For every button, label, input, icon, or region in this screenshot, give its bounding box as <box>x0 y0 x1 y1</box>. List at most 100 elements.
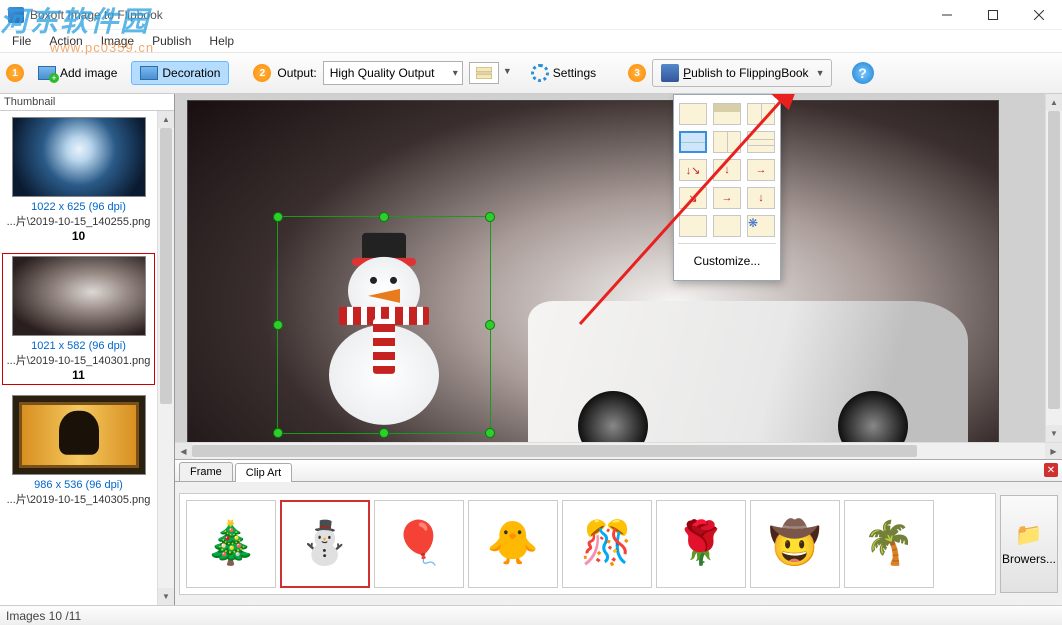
book-icon <box>661 64 679 82</box>
publish-button[interactable]: Publish to FlippingBook ▼ <box>652 59 831 87</box>
car-graphic <box>528 301 968 442</box>
add-image-label: Add image <box>60 66 117 80</box>
layout-option[interactable] <box>747 103 775 125</box>
add-image-button[interactable]: Add image <box>30 62 125 84</box>
close-icon <box>1034 10 1044 20</box>
thumbnail-filename: ...片\2019-10-15_140301.png <box>5 352 152 368</box>
selection-box[interactable] <box>277 216 491 434</box>
scroll-down-button[interactable]: ▼ <box>158 588 174 605</box>
clipart-item-balloons-multi[interactable]: 🎊 <box>562 500 652 588</box>
gear-icon <box>531 64 549 82</box>
chevron-down-icon: ▼ <box>816 68 825 78</box>
decoration-label: Decoration <box>162 66 220 80</box>
clipart-item-palm[interactable]: 🌴 <box>844 500 934 588</box>
layout-option[interactable]: ↓ <box>713 159 741 181</box>
status-bar: Images 10 /11 <box>0 605 1062 625</box>
layout-option[interactable]: → <box>747 159 775 181</box>
layout-icon <box>476 67 492 79</box>
status-text: Images 10 /11 <box>6 609 81 623</box>
thumbnail-header: Thumbnail <box>0 94 174 111</box>
tab-clipart[interactable]: Clip Art <box>235 463 292 482</box>
resize-handle-ne[interactable] <box>485 212 495 222</box>
resize-handle-se[interactable] <box>485 428 495 438</box>
tab-frame[interactable]: Frame <box>179 462 233 481</box>
resize-handle-nw[interactable] <box>273 212 283 222</box>
canvas-scrollbar-h[interactable]: ◀ ▶ <box>175 442 1062 459</box>
resize-handle-n[interactable] <box>379 212 389 222</box>
canvas-area: ↓↘ ↓ → ↘ → ↓ ❋ Customize... <box>175 94 1062 605</box>
browser-label: Browers... <box>1002 552 1056 566</box>
maximize-button[interactable] <box>970 0 1016 30</box>
menu-file[interactable]: File <box>4 32 39 50</box>
layout-option[interactable] <box>679 103 707 125</box>
output-label: Output: <box>277 66 316 80</box>
app-icon <box>8 7 24 23</box>
layout-option[interactable]: → <box>713 187 741 209</box>
window-title: Boxoft Image to Flipbook <box>30 8 924 22</box>
canvas-viewport[interactable]: ↓↘ ↓ → ↘ → ↓ ❋ Customize... <box>175 94 1045 442</box>
scroll-thumb[interactable] <box>192 445 917 457</box>
resize-handle-w[interactable] <box>273 320 283 330</box>
layout-option[interactable]: ↓↘ <box>679 159 707 181</box>
resize-handle-e[interactable] <box>485 320 495 330</box>
maximize-icon <box>988 10 998 20</box>
thumbnail-list[interactable]: 1022 x 625 (96 dpi) ...片\2019-10-15_1402… <box>0 111 157 605</box>
scroll-left-button[interactable]: ◀ <box>175 443 192 459</box>
chevron-down-icon: ▼ <box>503 66 512 76</box>
clipart-item-chick[interactable]: 🐥 <box>468 500 558 588</box>
scroll-right-button[interactable]: ▶ <box>1045 443 1062 459</box>
window-controls <box>924 0 1062 30</box>
help-button[interactable]: ? <box>852 62 874 84</box>
canvas-scrollbar-v[interactable]: ▲ ▼ <box>1045 94 1062 442</box>
clipart-item-tree[interactable]: 🎄 <box>186 500 276 588</box>
close-button[interactable] <box>1016 0 1062 30</box>
thumbnail-item[interactable]: 1022 x 625 (96 dpi) ...片\2019-10-15_1402… <box>2 115 155 245</box>
minimize-button[interactable] <box>924 0 970 30</box>
menu-publish[interactable]: Publish <box>144 32 199 50</box>
menu-image[interactable]: Image <box>93 32 142 50</box>
scroll-thumb[interactable] <box>160 128 172 404</box>
thumbnail-dims: 986 x 536 (96 dpi) <box>4 479 153 491</box>
thumbnail-number: 11 <box>5 368 152 382</box>
thumbnail-image <box>12 117 146 197</box>
clipart-strip: 🎄 ⛄ 🎈 🐥 🎊 🌹 🤠 🌴 📁 Browers... <box>175 482 1062 605</box>
layout-option[interactable] <box>713 215 741 237</box>
resize-handle-s[interactable] <box>379 428 389 438</box>
bottom-tabs-panel: Frame Clip Art ✕ 🎄 ⛄ 🎈 🐥 🎊 🌹 🤠 🌴 📁 <box>175 459 1062 605</box>
layout-customize[interactable]: Customize... <box>680 250 774 272</box>
decoration-button[interactable]: Decoration <box>131 61 229 85</box>
menu-action[interactable]: Action <box>41 32 90 50</box>
layout-option[interactable] <box>713 103 741 125</box>
output-select[interactable]: High Quality Output <box>323 61 463 85</box>
thumbnail-item[interactable]: 1021 x 582 (96 dpi) ...片\2019-10-15_1403… <box>2 253 155 385</box>
scroll-up-button[interactable]: ▲ <box>158 111 174 128</box>
clipart-item-balloons[interactable]: 🎈 <box>374 500 464 588</box>
clipart-snowman[interactable] <box>309 233 459 425</box>
thumbnail-scrollbar[interactable]: ▲ ▼ <box>157 111 174 605</box>
title-bar: Boxoft Image to Flipbook <box>0 0 1062 30</box>
menu-help[interactable]: Help <box>201 32 242 50</box>
resize-handle-sw[interactable] <box>273 428 283 438</box>
layout-option[interactable] <box>679 215 707 237</box>
layout-option[interactable]: ↓ <box>747 187 775 209</box>
scroll-thumb[interactable] <box>1048 111 1060 409</box>
folder-icon: 📁 <box>1015 522 1042 548</box>
clipart-browser-button[interactable]: 📁 Browers... <box>1000 495 1058 593</box>
clipart-item-rose[interactable]: 🌹 <box>656 500 746 588</box>
layout-popup: ↓↘ ↓ → ↘ → ↓ ❋ Customize... <box>673 94 781 281</box>
settings-button[interactable]: Settings <box>523 60 604 86</box>
clipart-item-snowman[interactable]: ⛄ <box>280 500 370 588</box>
layout-option[interactable] <box>713 131 741 153</box>
layout-option[interactable]: ↘ <box>679 187 707 209</box>
clipart-item-hat[interactable]: 🤠 <box>750 500 840 588</box>
layout-option[interactable] <box>747 131 775 153</box>
layout-option-selected[interactable] <box>679 131 707 153</box>
scroll-up-button[interactable]: ▲ <box>1046 94 1062 111</box>
layout-settings[interactable]: ❋ <box>747 215 775 237</box>
scroll-down-button[interactable]: ▼ <box>1046 425 1062 442</box>
close-panel-button[interactable]: ✕ <box>1044 463 1058 477</box>
clipart-scroll[interactable]: 🎄 ⛄ 🎈 🐥 🎊 🌹 🤠 🌴 <box>179 493 996 595</box>
layout-button[interactable]: ▼ <box>469 62 499 84</box>
step-2-badge: 2 <box>253 64 271 82</box>
thumbnail-item[interactable]: 986 x 536 (96 dpi) ...片\2019-10-15_14030… <box>2 393 155 509</box>
